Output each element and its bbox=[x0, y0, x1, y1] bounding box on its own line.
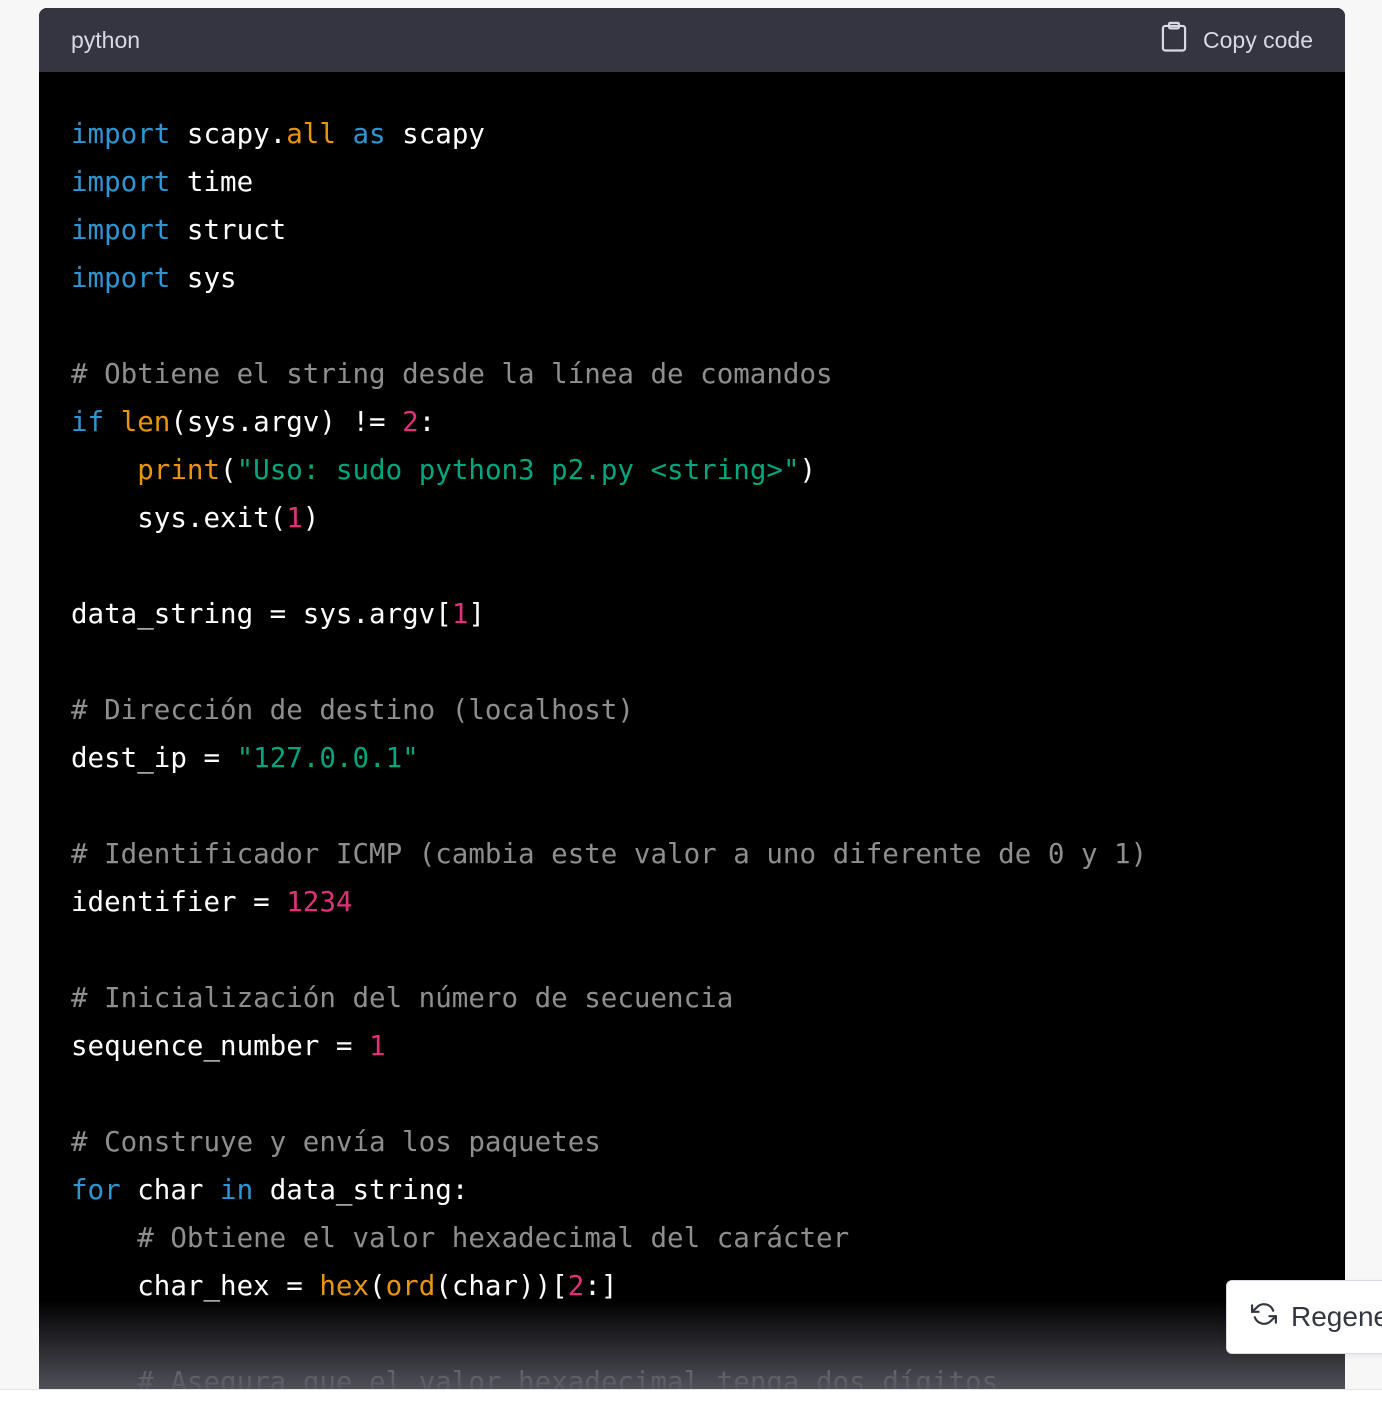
code-token: data_string = sys.argv[ bbox=[71, 598, 452, 630]
page-bottom-strip bbox=[0, 1389, 1382, 1421]
code-token: char_hex = bbox=[71, 1270, 320, 1302]
code-token-keyword: import bbox=[71, 262, 171, 294]
code-line: sys.exit(1) bbox=[71, 494, 1313, 542]
code-line: print("Uso: sudo python3 p2.py <string>"… bbox=[71, 446, 1313, 494]
code-token: (sys.argv) != bbox=[170, 406, 403, 438]
code-line: # Obtiene el string desde la línea de co… bbox=[71, 350, 1313, 398]
code-token-comment: # Identificador ICMP (cambia este valor … bbox=[71, 838, 1148, 870]
code-line: # Inicialización del número de secuencia bbox=[71, 974, 1313, 1022]
copy-code-label: Copy code bbox=[1203, 26, 1313, 53]
code-line: sequence_number = 1 bbox=[71, 1022, 1313, 1070]
code-token: scapy. bbox=[170, 118, 287, 150]
code-token-string: "Uso: sudo python3 p2.py <string>" bbox=[236, 454, 800, 486]
code-token: scapy bbox=[385, 118, 485, 150]
code-token: data_string: bbox=[253, 1174, 469, 1206]
code-line: # Identificador ICMP (cambia este valor … bbox=[71, 830, 1313, 878]
code-line: # Obtiene el valor hexadecimal del carác… bbox=[71, 1214, 1313, 1262]
copy-code-button[interactable]: Copy code bbox=[1159, 21, 1313, 59]
code-token-function: len bbox=[120, 406, 171, 438]
code-line: # Construye y envía los paquetes bbox=[71, 1118, 1313, 1166]
code-token-comment: # Inicialización del número de secuencia bbox=[71, 982, 734, 1014]
code-token-function: hex bbox=[319, 1270, 370, 1302]
code-token-number: 1 bbox=[369, 1030, 386, 1062]
code-language-label: python bbox=[71, 26, 141, 53]
code-token: ( bbox=[220, 454, 237, 486]
code-token-string: "127.0.0.1" bbox=[236, 742, 419, 774]
code-block: python Copy code import scapy.all as sca… bbox=[39, 8, 1345, 1390]
code-token: ( bbox=[369, 1270, 386, 1302]
code-line: import time bbox=[71, 158, 1313, 206]
code-token-keyword: in bbox=[220, 1174, 254, 1206]
code-line: import sys bbox=[71, 254, 1313, 302]
code-token-comment: # Obtiene el string desde la línea de co… bbox=[71, 358, 833, 390]
code-token: identifier = bbox=[71, 886, 287, 918]
code-line: # Asegura que el valor hexadecimal tenga… bbox=[71, 1358, 1313, 1390]
code-token: time bbox=[170, 166, 254, 198]
code-line: # Dirección de destino (localhost) bbox=[71, 686, 1313, 734]
code-line: for char in data_string: bbox=[71, 1166, 1313, 1214]
code-token: ) bbox=[302, 502, 320, 534]
code-token-comment: # Construye y envía los paquetes bbox=[71, 1126, 601, 1158]
code-token-keyword: import bbox=[71, 214, 171, 246]
regenerate-label: Regene bbox=[1291, 1301, 1382, 1332]
code-token: char bbox=[120, 1174, 221, 1206]
code-token-number: 1234 bbox=[286, 886, 353, 918]
code-block-header: python Copy code bbox=[39, 8, 1345, 72]
code-line: if len(sys.argv) != 2: bbox=[71, 398, 1313, 446]
code-token-number: 1 bbox=[451, 598, 469, 630]
code-line: import struct bbox=[71, 206, 1313, 254]
code-token-number: 2 bbox=[567, 1270, 585, 1302]
code-token: sequence_number = bbox=[71, 1030, 370, 1062]
code-token-keyword: import bbox=[71, 118, 171, 150]
regenerate-response-button[interactable]: Regene bbox=[1226, 1280, 1382, 1354]
code-line: dest_ip = "127.0.0.1" bbox=[71, 734, 1313, 782]
code-line: char_hex = hex(ord(char))[2:] bbox=[71, 1262, 1313, 1310]
code-token-function: all bbox=[286, 118, 336, 150]
code-token-keyword: for bbox=[71, 1174, 121, 1206]
code-token-comment: # Asegura que el valor hexadecimal tenga… bbox=[137, 1366, 999, 1390]
code-token-number: 2 bbox=[402, 406, 419, 438]
code-token: (char))[ bbox=[435, 1270, 568, 1302]
code-line: data_string = sys.argv[1] bbox=[71, 590, 1313, 638]
code-line: identifier = 1234 bbox=[71, 878, 1313, 926]
code-token-number: 1 bbox=[286, 502, 303, 534]
code-token-function: ord bbox=[385, 1270, 436, 1302]
code-content: import scapy.all as scapy import time impo… bbox=[39, 72, 1345, 1390]
code-token-comment: # Obtiene el valor hexadecimal del carác… bbox=[137, 1222, 850, 1254]
refresh-icon bbox=[1251, 1301, 1277, 1334]
code-token-keyword: as bbox=[352, 118, 386, 150]
code-token-keyword: import bbox=[71, 166, 171, 198]
clipboard-icon bbox=[1159, 21, 1189, 59]
code-token: :] bbox=[584, 1270, 618, 1302]
code-token: sys bbox=[170, 262, 237, 294]
code-token-function: print bbox=[137, 454, 221, 486]
code-token: ] bbox=[468, 598, 485, 630]
code-token: sys.exit( bbox=[71, 502, 287, 534]
code-token-comment: # Dirección de destino (localhost) bbox=[71, 694, 634, 726]
code-token: ) bbox=[799, 454, 817, 486]
code-token: : bbox=[418, 406, 436, 438]
code-token-keyword: if bbox=[71, 406, 105, 438]
code-line: import scapy.all as scapy bbox=[71, 110, 1313, 158]
code-token: struct bbox=[170, 214, 287, 246]
code-token: dest_ip = bbox=[71, 742, 237, 774]
